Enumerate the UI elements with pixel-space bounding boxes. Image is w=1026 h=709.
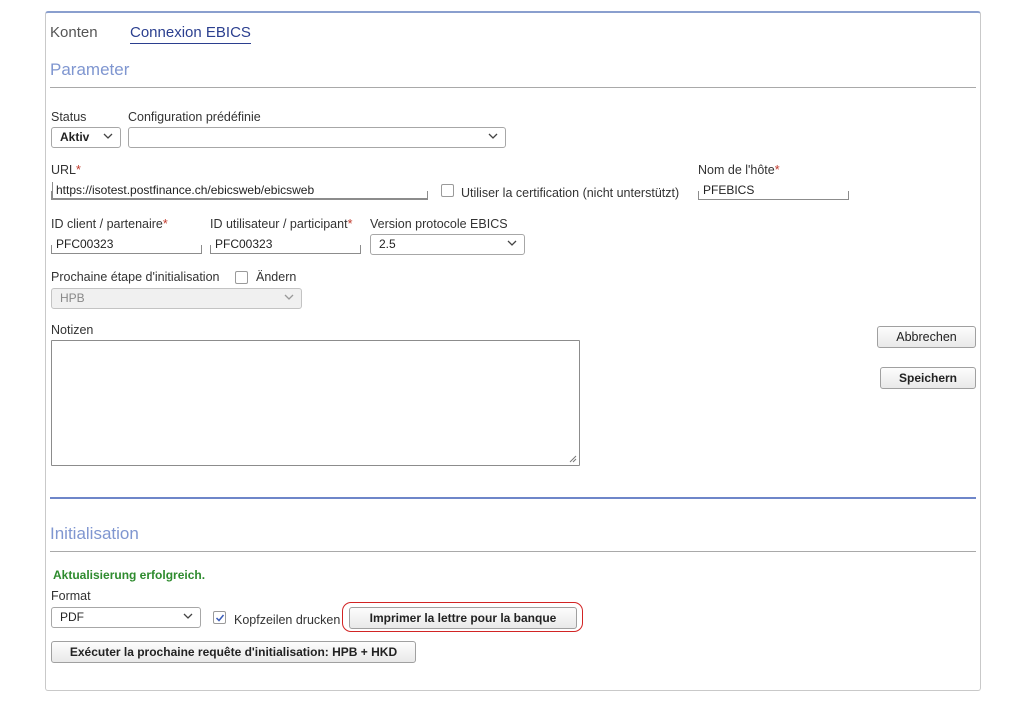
protocol-label: Version protocole EBICS	[370, 217, 508, 231]
client-id-input[interactable]: PFC00323	[51, 236, 202, 254]
url-input-right-tick	[427, 191, 428, 200]
user-id-left-tick	[210, 245, 211, 254]
divider	[50, 87, 976, 88]
change-label: Ändern	[256, 270, 297, 284]
divider	[50, 551, 976, 552]
url-value: https://isotest.postfinance.ch/ebicsweb/…	[56, 183, 315, 197]
required-marker: *	[162, 217, 168, 231]
save-button[interactable]: Speichern	[880, 367, 976, 389]
user-id-input[interactable]: PFC00323	[210, 236, 361, 254]
change-checkbox[interactable]	[235, 271, 248, 284]
print-letter-button[interactable]: Imprimer la lettre pour la banque	[349, 607, 577, 629]
client-id-label: ID client / partenaire*	[51, 217, 168, 231]
section-title-initialisation: Initialisation	[50, 524, 139, 543]
cancel-button[interactable]: Abbrechen	[877, 326, 976, 348]
host-input[interactable]: PFEBICS	[698, 182, 849, 200]
format-value: PDF	[60, 610, 84, 624]
client-id-right-tick	[201, 245, 202, 254]
chevron-down-icon	[488, 133, 498, 139]
host-input-left-tick	[698, 191, 699, 200]
chevron-down-icon	[183, 613, 193, 619]
host-label-text: Nom de l'hôte	[698, 163, 775, 177]
user-id-label-text: ID utilisateur / participant	[210, 217, 348, 231]
chevron-down-icon	[103, 133, 113, 139]
notes-label: Notizen	[51, 323, 94, 337]
notes-textarea[interactable]	[51, 340, 580, 466]
resize-grip-icon[interactable]	[569, 455, 577, 463]
url-input[interactable]: https://isotest.postfinance.ch/ebicsweb/…	[51, 182, 428, 200]
host-value: PFEBICS	[703, 183, 755, 197]
client-id-value: PFC00323	[56, 237, 114, 251]
user-id-value: PFC00323	[215, 237, 273, 251]
next-step-label: Prochaine étape d'initialisation	[51, 270, 220, 284]
user-id-right-tick	[360, 245, 361, 254]
format-select[interactable]: PDF	[51, 607, 201, 628]
host-label: Nom de l'hôte*	[698, 163, 780, 177]
status-value: Aktiv	[60, 130, 90, 144]
url-input-left-tick	[51, 191, 52, 200]
chevron-down-icon	[507, 240, 517, 246]
required-marker: *	[774, 163, 780, 177]
check-icon	[215, 614, 225, 622]
headers-label: Kopfzeilen drucken	[234, 613, 341, 627]
certification-checkbox[interactable]	[441, 184, 454, 197]
format-label: Format	[51, 589, 91, 603]
protocol-value: 2.5	[379, 237, 396, 251]
certification-label: Utiliser la certification (nicht unterst…	[461, 186, 680, 200]
chevron-down-icon	[284, 294, 294, 300]
next-step-value: HPB	[60, 291, 85, 305]
headers-checkbox[interactable]	[213, 611, 226, 624]
client-id-label-text: ID client / partenaire	[51, 217, 163, 231]
host-input-right-tick	[848, 191, 849, 200]
required-marker: *	[76, 163, 81, 177]
status-label: Status	[51, 110, 87, 124]
url-label-text: URL	[51, 163, 77, 177]
url-label: URL*	[51, 163, 81, 177]
section-title-parameter: Parameter	[50, 60, 130, 79]
success-message: Aktualisierung erfolgreich.	[53, 568, 206, 582]
client-id-left-tick	[51, 245, 52, 254]
protocol-select[interactable]: 2.5	[370, 234, 525, 255]
status-select[interactable]: Aktiv	[51, 127, 121, 148]
config-label: Configuration prédéfinie	[128, 110, 261, 124]
execute-init-button[interactable]: Exécuter la prochaine requête d'initiali…	[51, 641, 416, 663]
next-step-select: HPB	[51, 288, 302, 309]
section-divider	[50, 497, 976, 499]
user-id-label: ID utilisateur / participant*	[210, 217, 352, 231]
required-marker: *	[347, 217, 353, 231]
config-select[interactable]	[128, 127, 506, 148]
